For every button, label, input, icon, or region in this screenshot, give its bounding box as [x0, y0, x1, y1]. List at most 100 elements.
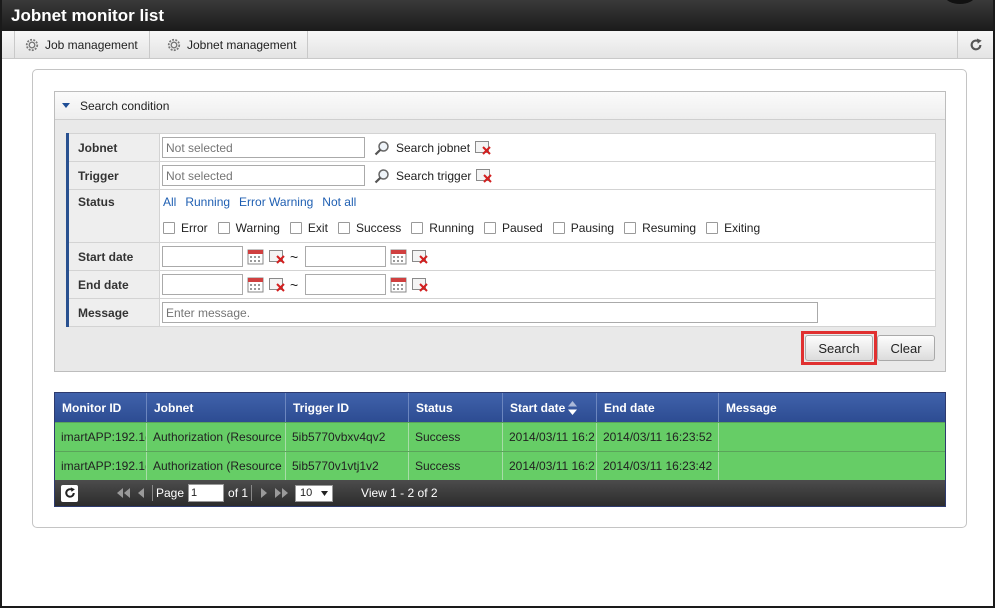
cell-end-date: 2014/03/11 16:23:52 [597, 423, 719, 451]
start-date-label: Start date [66, 242, 160, 271]
start-date-to-input[interactable] [305, 246, 387, 267]
column-header-label: Status [416, 400, 453, 415]
status-link-error-warning[interactable]: Error Warning [239, 195, 313, 209]
column-header-jobnet[interactable]: Jobnet [147, 393, 286, 422]
message-input[interactable] [162, 302, 818, 323]
checkbox[interactable] [289, 222, 302, 234]
checkbox-label: Paused [502, 221, 543, 235]
cell-monitor-id: imartAPP:192.1( [55, 423, 147, 451]
clear-field-icon[interactable] [269, 277, 286, 292]
next-page-button[interactable] [260, 488, 268, 498]
checkbox[interactable] [217, 222, 230, 234]
cell-status: Success [409, 452, 503, 480]
page-number-input[interactable] [188, 484, 225, 502]
status-label: Status [66, 189, 160, 243]
first-page-button[interactable] [116, 488, 131, 498]
checkbox[interactable] [624, 222, 637, 234]
status-check-exiting[interactable]: Exiting [706, 221, 760, 235]
status-check-success[interactable]: Success [337, 221, 401, 235]
clear-field-icon[interactable] [412, 249, 429, 264]
column-header-start-date[interactable]: Start date [503, 393, 597, 422]
jobnet-management-label: Jobnet management [187, 38, 297, 52]
clear-button[interactable]: Clear [877, 335, 935, 361]
status-check-running[interactable]: Running [411, 221, 474, 235]
jobnet-input[interactable] [162, 137, 365, 158]
checkbox[interactable] [552, 222, 565, 234]
gear-icon [25, 38, 39, 52]
column-header-end-date[interactable]: End date [597, 393, 719, 422]
jobnet-management-button[interactable]: Jobnet management [157, 31, 309, 59]
status-check-error[interactable]: Error [163, 221, 208, 235]
clear-field-icon[interactable] [476, 168, 493, 183]
pager-separator [152, 485, 153, 501]
calendar-icon[interactable] [247, 248, 264, 265]
end-date-to-input[interactable] [305, 274, 387, 295]
clear-field-icon[interactable] [475, 140, 492, 155]
grid-header: Monitor ID Jobnet Trigger ID Status Star… [55, 393, 945, 422]
end-date-from-input[interactable] [162, 274, 243, 295]
cell-start-date: 2014/03/11 16:2 [503, 423, 597, 451]
clear-field-icon[interactable] [269, 249, 286, 264]
status-checkboxes: Error Warning Exit Success Running Pause… [162, 209, 935, 241]
search-icon[interactable] [374, 168, 390, 184]
search-condition-title: Search condition [80, 98, 170, 113]
calendar-icon[interactable] [390, 276, 407, 293]
last-page-button[interactable] [274, 488, 289, 498]
status-check-resuming[interactable]: Resuming [624, 221, 696, 235]
column-header-label: Trigger ID [293, 400, 350, 415]
checkbox-label: Running [429, 221, 474, 235]
search-condition-header[interactable]: Search condition [55, 92, 945, 120]
search-jobnet-link[interactable]: Search jobnet [396, 141, 470, 155]
status-check-exit[interactable]: Exit [289, 221, 328, 235]
status-link-not-all[interactable]: Not all [322, 195, 356, 209]
next-page-icon [261, 488, 268, 498]
status-link-running[interactable]: Running [185, 195, 230, 209]
status-check-warning[interactable]: Warning [217, 221, 280, 235]
checkbox[interactable] [706, 222, 719, 234]
calendar-icon[interactable] [247, 276, 264, 293]
checkbox[interactable] [484, 222, 496, 234]
refresh-icon [64, 487, 75, 498]
search-button[interactable]: Search [805, 335, 873, 361]
job-management-label: Job management [45, 38, 138, 52]
page-count: of 1 [228, 486, 249, 500]
toolbar-refresh-button[interactable] [957, 31, 993, 59]
column-header-trigger-id[interactable]: Trigger ID [286, 393, 409, 422]
checkbox-label: Error [181, 221, 208, 235]
column-header-message[interactable]: Message [719, 393, 945, 422]
cell-status: Success [409, 423, 503, 451]
first-page-icon [117, 488, 130, 498]
search-trigger-link[interactable]: Search trigger [396, 169, 471, 183]
cell-jobnet: Authorization (Resource [147, 452, 286, 480]
checkbox[interactable] [411, 222, 424, 234]
status-check-paused[interactable]: Paused [484, 221, 543, 235]
prev-page-button[interactable] [137, 488, 145, 498]
calendar-icon[interactable] [390, 248, 407, 265]
clear-field-icon[interactable] [412, 277, 429, 292]
status-quick-links: All Running Error Warning Not all [162, 190, 935, 209]
search-condition-table: Jobnet Search jobnet [66, 133, 936, 327]
column-header-status[interactable]: Status [409, 393, 503, 422]
gear-icon [167, 38, 181, 52]
status-link-all[interactable]: All [163, 195, 176, 209]
window-title: Jobnet monitor list [11, 6, 164, 25]
search-icon[interactable] [374, 140, 390, 156]
jobnet-label: Jobnet [66, 133, 160, 162]
cell-trigger-id: 5ib5770vbxv4qv2 [286, 423, 409, 451]
column-header-monitor-id[interactable]: Monitor ID [55, 393, 147, 422]
table-row[interactable]: imartAPP:192.1( Authorization (Resource … [55, 451, 945, 480]
job-management-button[interactable]: Job management [14, 31, 150, 59]
message-label: Message [66, 298, 160, 327]
table-row[interactable]: imartAPP:192.1( Authorization (Resource … [55, 422, 945, 451]
start-date-from-input[interactable] [162, 246, 243, 267]
column-header-label: End date [604, 400, 655, 415]
window-title-bar: Jobnet monitor list [2, 0, 993, 31]
grid-refresh-button[interactable] [61, 484, 78, 502]
checkbox[interactable] [337, 222, 350, 234]
checkbox[interactable] [163, 222, 175, 234]
column-header-label: Monitor ID [62, 400, 122, 415]
sort-icon[interactable] [568, 400, 578, 415]
status-check-pausing[interactable]: Pausing [552, 221, 614, 235]
trigger-input[interactable] [162, 165, 365, 186]
page-size-select[interactable]: 10 [295, 484, 334, 502]
